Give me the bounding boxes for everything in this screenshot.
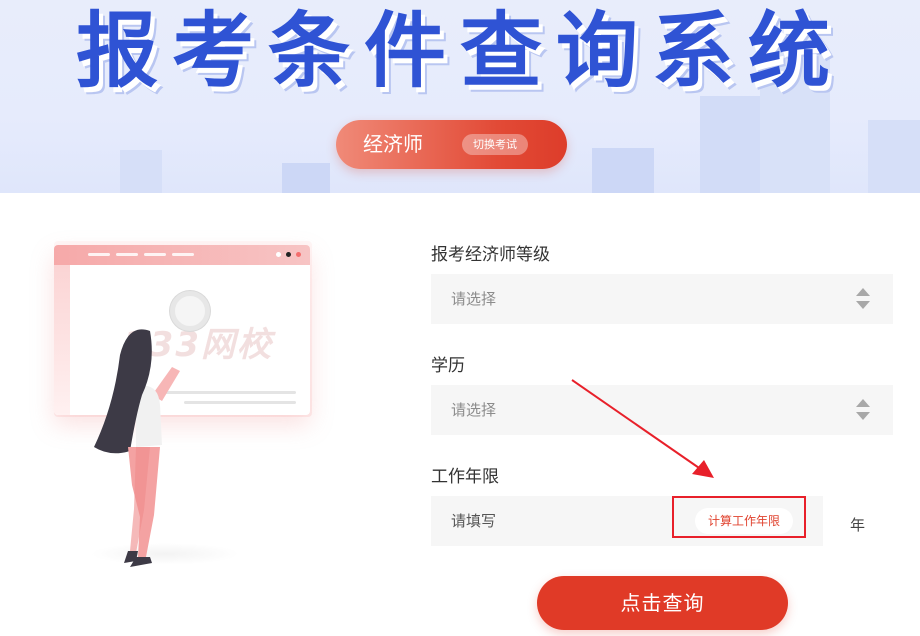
education-label: 学历: [431, 356, 465, 376]
screen-title-bar: [54, 245, 310, 265]
banner-decoration: [282, 163, 330, 193]
select-arrows-icon[interactable]: [856, 399, 870, 421]
work-years-placeholder: 请填写: [451, 512, 497, 530]
banner-decoration: [868, 120, 920, 193]
select-arrows-icon[interactable]: [856, 288, 870, 310]
banner-decoration: [120, 150, 162, 193]
screen-sidebar: [54, 265, 70, 415]
illustration: 233网校: [40, 225, 330, 585]
level-select[interactable]: 请选择: [431, 274, 893, 324]
work-years-label: 工作年限: [431, 467, 499, 487]
switch-exam-button[interactable]: 切换考试: [462, 134, 528, 155]
education-placeholder: 请选择: [451, 401, 497, 419]
level-placeholder: 请选择: [451, 290, 497, 308]
level-label: 报考经济师等级: [431, 245, 550, 265]
page-title: 报考条件查询系统: [75, 4, 844, 99]
highlight-box: [672, 496, 806, 538]
query-submit-button[interactable]: 点击查询: [537, 576, 788, 630]
header-banner: 报考条件查询系统 经济师 切换考试: [0, 0, 920, 193]
annotation-arrow-icon: [571, 379, 714, 478]
woman-figure: [94, 329, 180, 567]
years-unit-label: 年: [850, 516, 866, 534]
banner-decoration: [592, 148, 654, 193]
current-exam-name: 经济师: [363, 132, 423, 156]
current-exam-pill: 经济师 切换考试: [336, 120, 567, 169]
